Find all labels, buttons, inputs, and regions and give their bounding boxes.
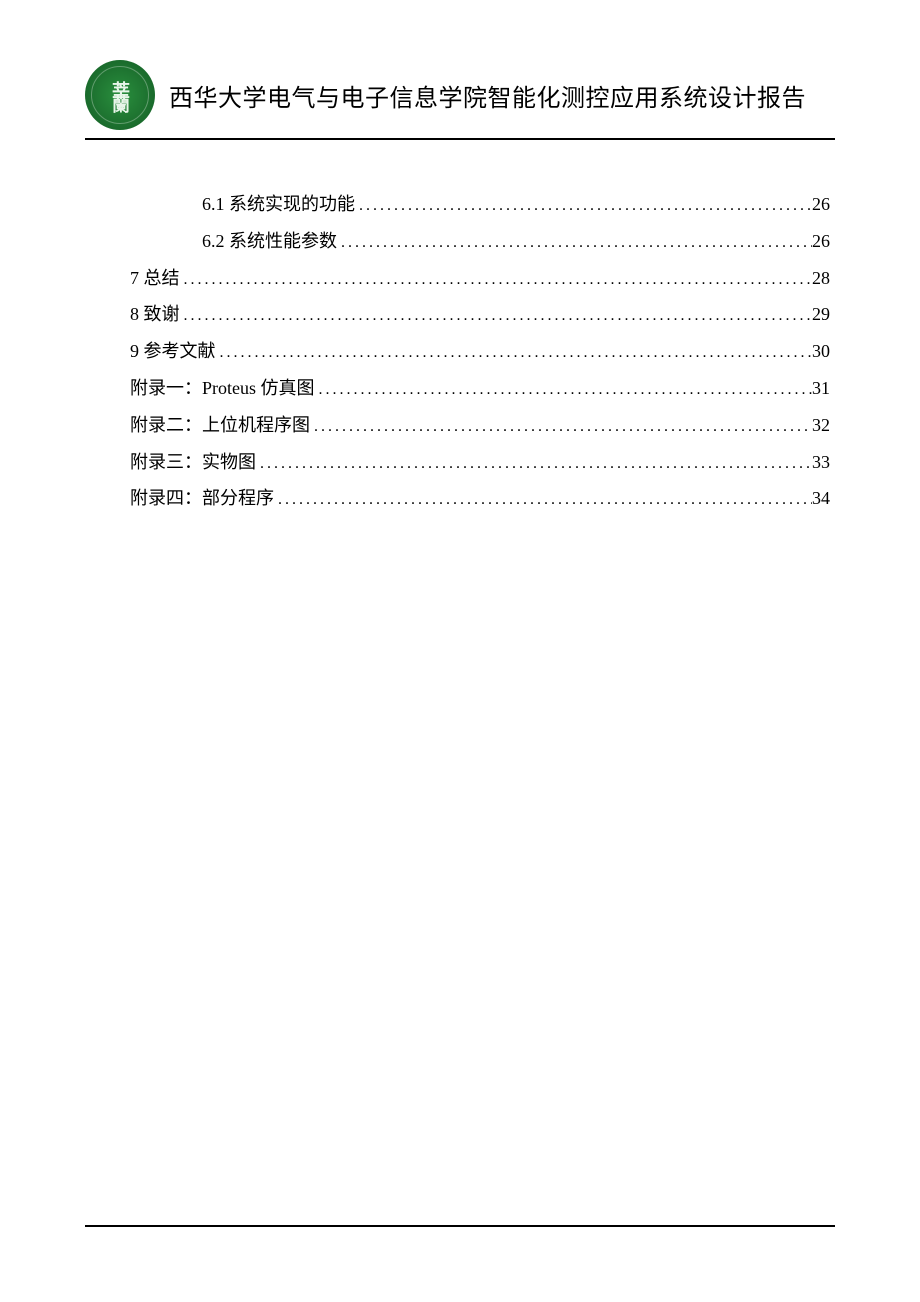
toc-entry: 9 参考文献 30	[130, 337, 830, 366]
toc-label: 6.1 系统实现的功能	[202, 190, 355, 219]
header-title: 西华大学电气与电子信息学院智能化测控应用系统设计报告	[169, 78, 806, 113]
toc-page-number: 26	[812, 190, 830, 219]
toc-entry: 6.2 系统性能参数 26	[130, 227, 830, 256]
logo-text: 莘蘭	[111, 81, 129, 109]
toc-leader-dots	[216, 340, 813, 366]
toc-label: 6.2 系统性能参数	[202, 227, 337, 256]
toc-entry: 附录二：上位机程序图 32	[130, 411, 830, 440]
toc-leader-dots	[180, 267, 813, 293]
toc-label: 9 参考文献	[130, 337, 216, 366]
page-header: 莘蘭 西华大学电气与电子信息学院智能化测控应用系统设计报告	[85, 60, 835, 130]
toc-leader-dots	[180, 303, 813, 329]
university-logo: 莘蘭	[85, 60, 155, 130]
toc-page-number: 28	[812, 264, 830, 293]
toc-leader-dots	[274, 487, 812, 513]
document-page: 莘蘭 西华大学电气与电子信息学院智能化测控应用系统设计报告 6.1 系统实现的功…	[0, 0, 920, 1302]
toc-page-number: 31	[812, 374, 830, 403]
toc-entry: 6.1 系统实现的功能 26	[130, 190, 830, 219]
toc-page-number: 30	[812, 337, 830, 366]
toc-leader-dots	[256, 451, 812, 477]
toc-entry: 8 致谢 29	[130, 300, 830, 329]
toc-leader-dots	[337, 230, 812, 256]
toc-entry: 附录三：实物图 33	[130, 448, 830, 477]
toc-entry: 7 总结 28	[130, 264, 830, 293]
toc-label: 附录三：实物图	[130, 448, 256, 477]
toc-page-number: 33	[812, 448, 830, 477]
toc-label: 7 总结	[130, 264, 180, 293]
toc-page-number: 32	[812, 411, 830, 440]
toc-page-number: 26	[812, 227, 830, 256]
logo-inner-ring: 莘蘭	[91, 66, 149, 124]
toc-leader-dots	[315, 377, 813, 403]
toc-label: 8 致谢	[130, 300, 180, 329]
toc-entry: 附录一：Proteus 仿真图 31	[130, 374, 830, 403]
footer-divider	[85, 1225, 835, 1227]
toc-entry: 附录四：部分程序 34	[130, 484, 830, 513]
table-of-contents: 6.1 系统实现的功能 26 6.2 系统性能参数 26 7 总结 28 8 致…	[85, 190, 835, 513]
toc-label: 附录四：部分程序	[130, 484, 274, 513]
toc-label: 附录一：Proteus 仿真图	[130, 374, 315, 403]
toc-label: 附录二：上位机程序图	[130, 411, 310, 440]
toc-page-number: 29	[812, 300, 830, 329]
toc-leader-dots	[310, 414, 812, 440]
toc-page-number: 34	[812, 484, 830, 513]
toc-leader-dots	[355, 193, 812, 219]
header-divider	[85, 138, 835, 140]
